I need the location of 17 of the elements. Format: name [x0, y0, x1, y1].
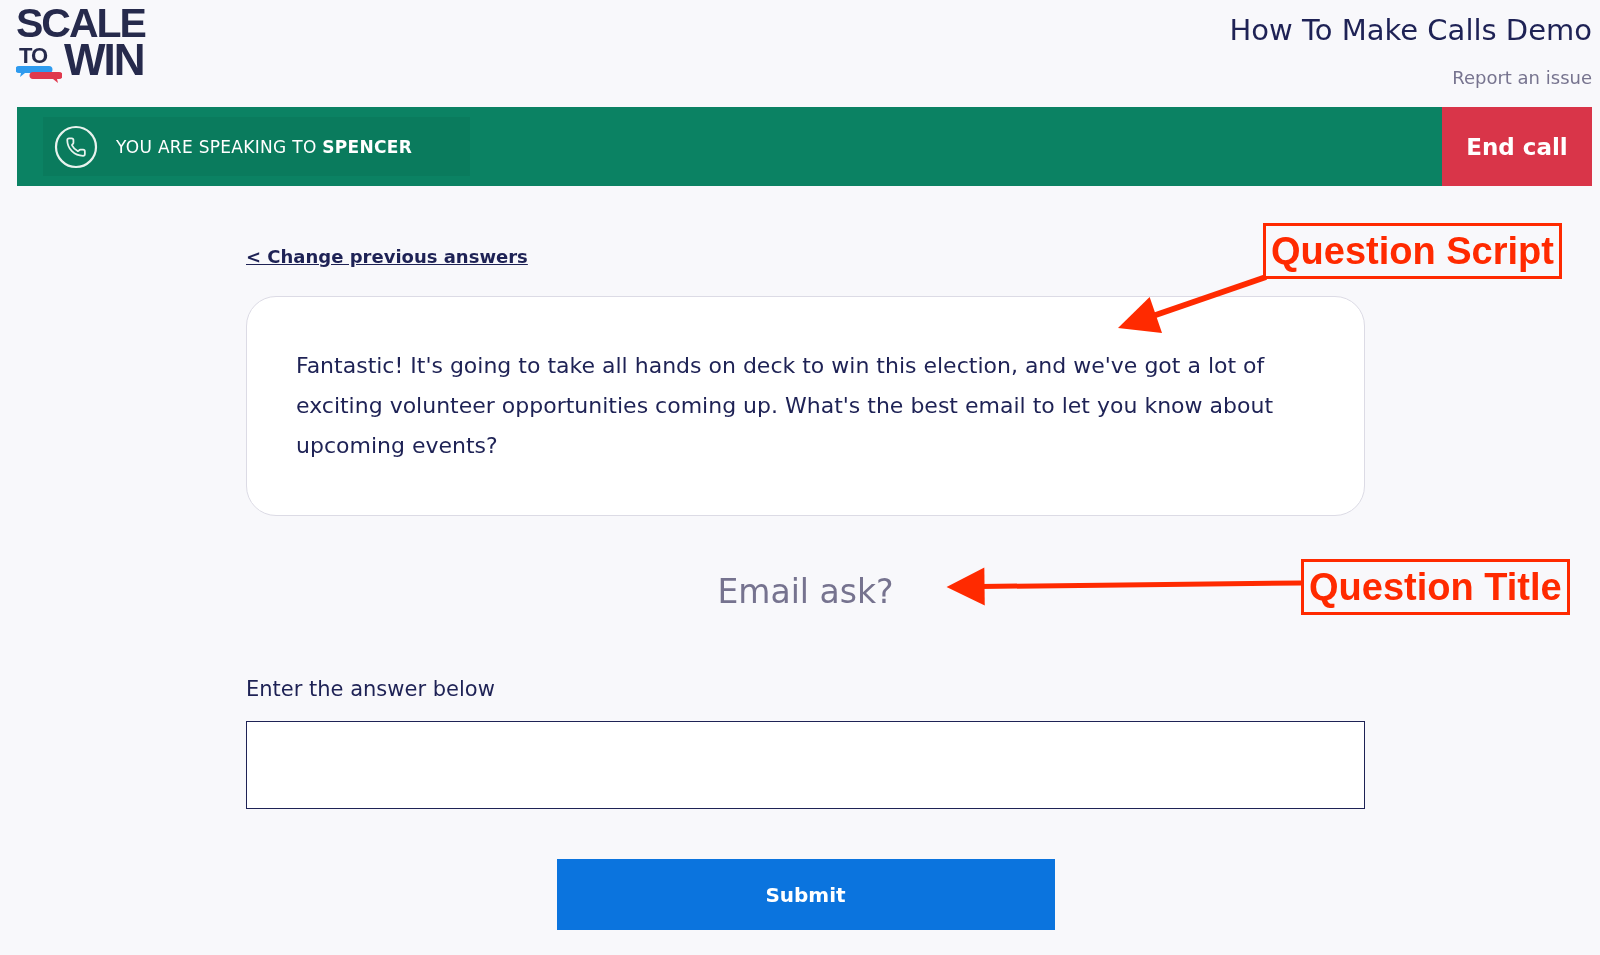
- logo-text: TO: [19, 46, 48, 66]
- speech-bubbles-icon: [16, 66, 62, 83]
- logo-text: SCALE: [16, 6, 145, 40]
- question-title: Email ask?: [717, 572, 894, 612]
- callout-label: Question Title: [1301, 559, 1570, 615]
- page-title: How To Make Calls Demo: [1229, 12, 1592, 48]
- submit-button[interactable]: Submit: [556, 859, 1055, 930]
- question-script-card: Fantastic! It's going to take all hands on deck to win this election, and we've got a lot of exciting volunteer opportunities coming up. What's the best email to let you know about upcoming events?: [246, 296, 1365, 516]
- end-call-button[interactable]: End call: [1442, 107, 1592, 186]
- logo-text: WIN: [64, 40, 144, 80]
- answer-input[interactable]: [246, 721, 1365, 809]
- report-issue-link[interactable]: Report an issue: [1452, 66, 1592, 90]
- answer-label: Enter the answer below: [246, 676, 495, 703]
- phone-icon: [54, 124, 98, 169]
- callout-label: Question Script: [1263, 223, 1562, 279]
- change-answers-link[interactable]: < Change previous answers: [246, 246, 528, 268]
- call-status-text: YOU ARE SPEAKING TO SPENCER: [116, 136, 413, 157]
